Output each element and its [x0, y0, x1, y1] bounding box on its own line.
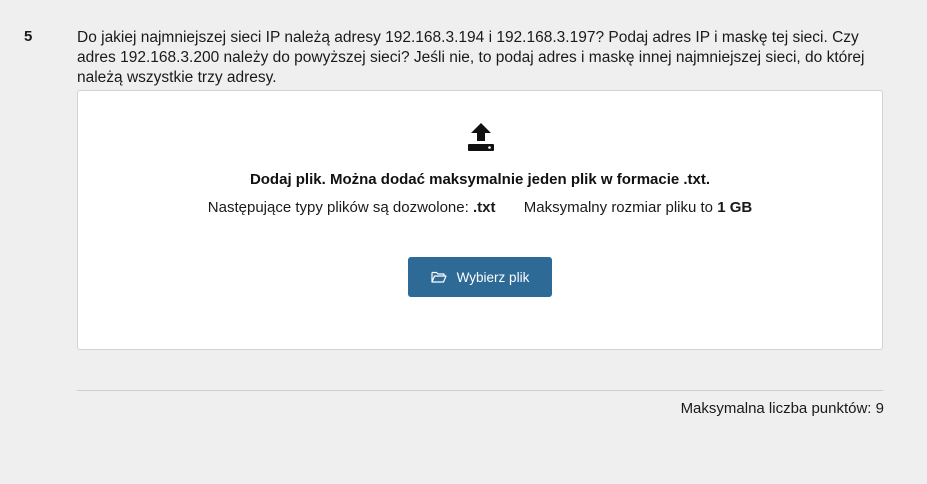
- allowed-types-label: Następujące typy plików są dozwolone:: [207, 199, 469, 216]
- file-upload-dropzone[interactable]: Dodaj plik. Można dodać maksymalnie jede…: [77, 90, 883, 350]
- question-text: Do jakiej najmniejszej sieci IP należą a…: [77, 29, 865, 86]
- upload-icon: [468, 123, 494, 151]
- dropzone-title: Dodaj plik. Można dodać maksymalnie jede…: [249, 171, 711, 188]
- choose-file-button-label: Wybierz plik: [456, 269, 530, 285]
- allowed-types-value: .txt: [472, 199, 496, 216]
- max-size-label: Maksymalny rozmiar pliku to: [523, 199, 714, 216]
- max-size-value: 1 GB: [717, 199, 753, 216]
- choose-file-button[interactable]: Wybierz plik: [408, 257, 552, 297]
- question-number: 5: [24, 28, 33, 45]
- page: 5 Do jakiej najmniejszej sieci IP należą…: [0, 0, 927, 484]
- max-points: Maksymalna liczba punktów: 9: [680, 400, 884, 417]
- folder-open-icon: [431, 271, 447, 283]
- divider: [77, 390, 883, 391]
- upload-restrictions: Następujące typy plików są dozwolone: .t…: [78, 199, 882, 216]
